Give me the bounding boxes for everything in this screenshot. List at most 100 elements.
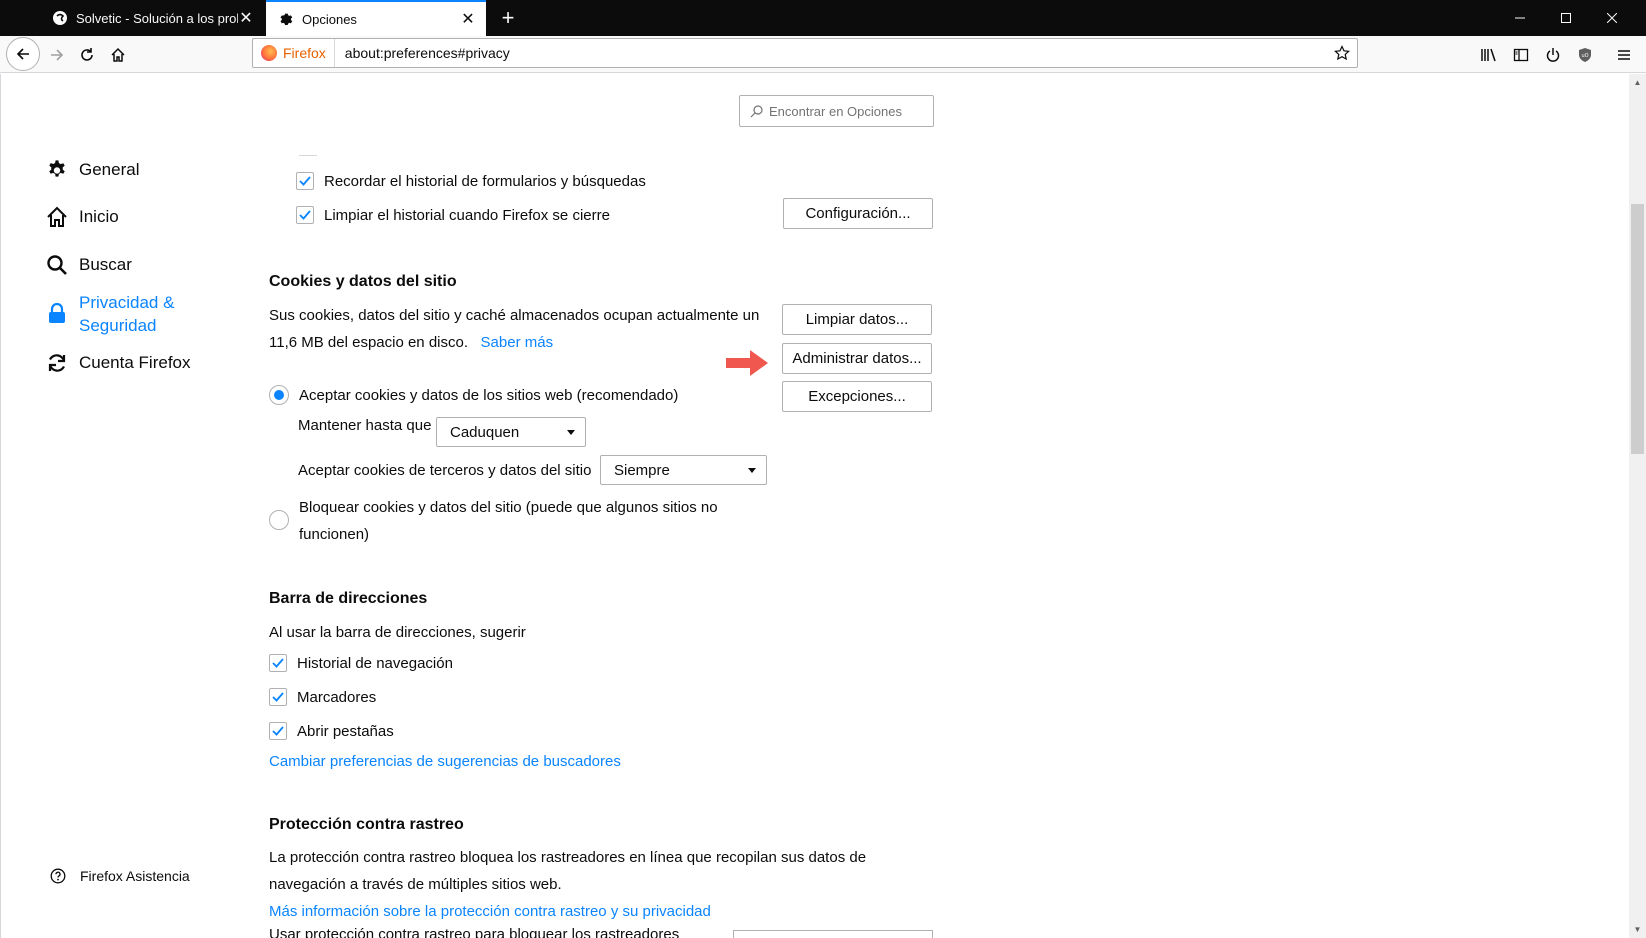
addressbar-heading: Barra de direcciones bbox=[269, 590, 428, 607]
clear-data-button[interactable]: Limpiar datos... bbox=[782, 304, 932, 335]
suggest-history-checkbox[interactable]: Historial de navegación bbox=[269, 654, 453, 672]
home-button[interactable] bbox=[103, 40, 133, 70]
close-tab-icon[interactable]: ✕ bbox=[460, 11, 476, 28]
radio-label: Aceptar cookies y datos de los sitios we… bbox=[299, 386, 679, 404]
power-icon[interactable] bbox=[1538, 40, 1568, 70]
radio-selected-icon[interactable] bbox=[269, 385, 289, 405]
sidebar-item-privacidad[interactable]: Privacidad & Seguridad bbox=[45, 291, 174, 337]
new-tab-button[interactable]: + bbox=[494, 4, 522, 32]
minimize-icon[interactable] bbox=[1497, 0, 1543, 36]
tab-solvetic[interactable]: Solvetic - Solución a los proble ✕ bbox=[40, 0, 264, 36]
sidebar-toggle-icon[interactable] bbox=[1506, 40, 1536, 70]
home-icon bbox=[45, 205, 69, 229]
firefox-logo-icon bbox=[261, 45, 277, 61]
partial-select-edge[interactable] bbox=[733, 930, 933, 938]
gear-icon bbox=[45, 158, 69, 182]
history-settings-button[interactable]: Configuración... bbox=[783, 198, 933, 229]
sidebar-item-buscar[interactable]: Buscar bbox=[45, 253, 132, 277]
library-icon[interactable] bbox=[1474, 40, 1504, 70]
home-icon bbox=[111, 47, 125, 62]
reload-icon bbox=[81, 48, 93, 61]
scrollbar-thumb[interactable] bbox=[1631, 204, 1644, 454]
svg-text:uO: uO bbox=[1581, 53, 1588, 59]
search-options-input[interactable]: Encontrar en Opciones bbox=[739, 95, 934, 127]
maximize-icon[interactable] bbox=[1543, 0, 1589, 36]
sidebar-item-label: Buscar bbox=[79, 255, 132, 274]
scroll-down-icon[interactable]: ▼ bbox=[1629, 921, 1646, 938]
checkbox-label: Historial de navegación bbox=[297, 654, 453, 672]
forward-button[interactable] bbox=[42, 40, 72, 70]
url-text[interactable]: about:preferences#privacy bbox=[345, 45, 1327, 61]
suggest-bookmarks-checkbox[interactable]: Marcadores bbox=[269, 688, 376, 706]
sidebar-item-cuenta[interactable]: Cuenta Firefox bbox=[45, 351, 191, 375]
page-scrollbar[interactable]: ▲ ▼ bbox=[1629, 74, 1646, 938]
exceptions-button[interactable]: Excepciones... bbox=[782, 381, 932, 412]
third-party-select[interactable]: Siempre bbox=[600, 455, 767, 485]
accept-cookies-radio[interactable]: Aceptar cookies y datos de los sitios we… bbox=[269, 385, 678, 405]
sidebar-item-general[interactable]: General bbox=[45, 158, 139, 182]
tab-title: Solvetic - Solución a los proble bbox=[76, 10, 238, 26]
checkbox-checked-icon[interactable] bbox=[269, 688, 287, 706]
question-icon bbox=[50, 868, 66, 884]
sidebar-item-label: Inicio bbox=[79, 207, 119, 226]
radio-unselected-icon[interactable] bbox=[269, 510, 289, 530]
sidebar-item-label: Cuenta Firefox bbox=[79, 353, 191, 372]
help-link[interactable]: Firefox Asistencia bbox=[50, 868, 190, 884]
cookies-description: Sus cookies, datos del sitio y caché alm… bbox=[269, 307, 760, 351]
sync-icon bbox=[45, 351, 69, 375]
close-tab-icon[interactable]: ✕ bbox=[238, 10, 254, 27]
ublock-shield-icon[interactable]: uO bbox=[1570, 40, 1600, 70]
help-label: Firefox Asistencia bbox=[80, 868, 190, 884]
remember-forms-checkbox[interactable]: Recordar el historial de formularios y b… bbox=[296, 172, 646, 190]
close-window-icon[interactable] bbox=[1589, 0, 1635, 36]
tab-opciones[interactable]: Opciones ✕ bbox=[266, 0, 486, 36]
back-button[interactable] bbox=[6, 37, 40, 71]
identity-label: Firefox bbox=[283, 45, 326, 61]
cookies-heading: Cookies y datos del sitio bbox=[269, 273, 457, 290]
tracking-description: La protección contra rastreo bloquea los… bbox=[269, 849, 867, 893]
radio-label: Bloquear cookies y datos del sitio (pued… bbox=[299, 499, 718, 543]
sidebar-item-label: General bbox=[79, 160, 140, 179]
checkbox-checked-icon[interactable] bbox=[269, 654, 287, 672]
keep-until-label: Mantener hasta que bbox=[298, 417, 432, 434]
sidebar-item-inicio[interactable]: Inicio bbox=[45, 205, 119, 229]
gear-icon bbox=[278, 11, 294, 27]
navigation-toolbar: Firefox about:preferences#privacy uO bbox=[0, 36, 1646, 73]
dropdown-caret-icon bbox=[748, 467, 756, 473]
search-icon bbox=[750, 104, 763, 118]
checkbox-checked-icon[interactable] bbox=[269, 722, 287, 740]
hamburger-menu-icon[interactable] bbox=[1609, 40, 1639, 70]
tab-title: Opciones bbox=[302, 11, 357, 27]
third-party-label: Aceptar cookies de terceros y datos del … bbox=[298, 462, 592, 479]
identity-box[interactable]: Firefox bbox=[253, 39, 335, 67]
tab-strip: Solvetic - Solución a los proble ✕ Opcio… bbox=[0, 0, 1646, 36]
tracking-partial-text: Usar protección contra rastreo para bloq… bbox=[269, 926, 680, 938]
search-placeholder: Encontrar en Opciones bbox=[769, 103, 902, 119]
suggest-open-tabs-checkbox[interactable]: Abrir pestañas bbox=[269, 722, 394, 740]
keep-until-row: Mantener hasta que bbox=[298, 417, 439, 434]
checkbox-label: Marcadores bbox=[297, 688, 377, 706]
clear-on-close-checkbox[interactable]: Limpiar el historial cuando Firefox se c… bbox=[296, 206, 610, 224]
block-cookies-radio[interactable]: Bloquear cookies y datos del sitio (pued… bbox=[269, 494, 718, 548]
addressbar-description: Al usar la barra de direcciones, sugerir bbox=[269, 624, 526, 641]
url-bar[interactable]: Firefox about:preferences#privacy bbox=[252, 38, 1358, 68]
checkbox-label: Limpiar el historial cuando Firefox se c… bbox=[324, 206, 610, 224]
checkbox-label: Recordar el historial de formularios y b… bbox=[324, 172, 646, 190]
keep-until-select[interactable]: Caduquen bbox=[436, 417, 586, 447]
red-arrow-annotation bbox=[726, 350, 768, 376]
learn-more-link[interactable]: Saber más bbox=[481, 334, 554, 351]
search-icon bbox=[45, 253, 69, 277]
tracking-more-info-link[interactable]: Más información sobre la protección cont… bbox=[269, 898, 711, 925]
checkbox-checked-icon[interactable] bbox=[296, 206, 314, 224]
scroll-up-icon[interactable]: ▲ bbox=[1629, 74, 1646, 91]
manage-data-button[interactable]: Administrar datos... bbox=[782, 343, 932, 374]
lock-icon bbox=[45, 301, 69, 325]
bookmark-star-icon[interactable] bbox=[1327, 45, 1357, 61]
solvetic-favicon-icon bbox=[52, 10, 68, 26]
tracking-heading: Protección contra rastreo bbox=[269, 816, 464, 833]
select-value: Siempre bbox=[614, 461, 670, 479]
forward-arrow-icon bbox=[51, 49, 64, 61]
checkbox-checked-icon[interactable] bbox=[296, 172, 314, 190]
change-search-suggestions-link[interactable]: Cambiar preferencias de sugerencias de b… bbox=[269, 748, 621, 775]
reload-button[interactable] bbox=[72, 40, 102, 70]
